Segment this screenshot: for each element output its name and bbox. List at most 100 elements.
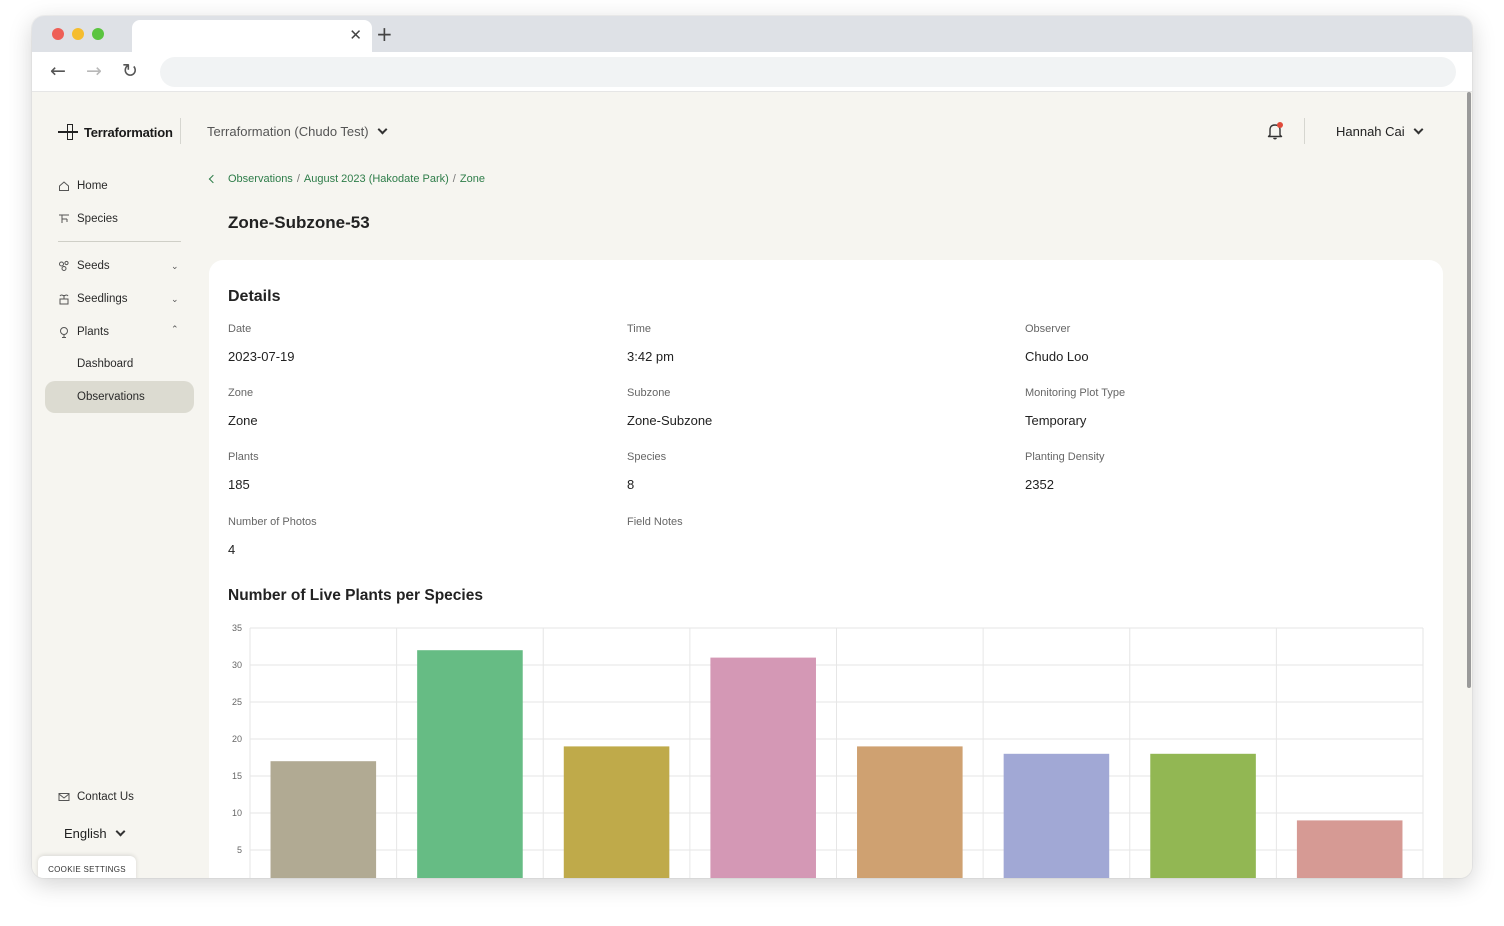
- page-title: Zone-Subzone-53: [228, 213, 370, 232]
- organization-switcher[interactable]: Terraformation (Chudo Test): [207, 124, 388, 139]
- chevron-down-icon: [1413, 124, 1424, 135]
- user-menu[interactable]: Hannah Cai: [1336, 124, 1424, 139]
- y-tick-label: 20: [232, 734, 242, 744]
- app-page: Terraformation Terraformation (Chudo Tes…: [32, 92, 1472, 878]
- field-label: Plants: [228, 451, 259, 463]
- chevron-left-icon[interactable]: [208, 174, 218, 184]
- browser-toolbar: ← → ↻: [32, 52, 1472, 92]
- sidebar-item-contact[interactable]: Contact Us: [58, 788, 134, 806]
- field-label: Species: [627, 451, 667, 463]
- zoom-window-dot[interactable]: [92, 28, 104, 40]
- y-tick-label: 5: [237, 845, 242, 855]
- field-value: 2023-07-19: [228, 349, 295, 364]
- live-plants-bar-chart: 5 10 15 20 25 30 35: [232, 623, 1424, 878]
- brand-logo[interactable]: Terraformation: [58, 118, 173, 146]
- address-bar[interactable]: [160, 57, 1456, 87]
- details-title: Details: [228, 288, 281, 305]
- home-icon: [59, 181, 69, 191]
- field-value: 3:42 pm: [627, 349, 674, 364]
- field-label: Observer: [1025, 323, 1071, 335]
- close-tab-icon[interactable]: ✕: [349, 26, 362, 44]
- chart-title: Number of Live Plants per Species: [228, 587, 483, 604]
- mail-icon: [58, 793, 70, 801]
- field-value: 4: [228, 542, 236, 557]
- breadcrumb-separator: /: [452, 173, 456, 185]
- brand-name: Terraformation: [84, 124, 173, 140]
- breadcrumb: Observations / August 2023 (Hakodate Par…: [208, 173, 485, 185]
- forward-icon[interactable]: →: [86, 60, 102, 82]
- chevron-down-icon[interactable]: ⌄: [171, 294, 179, 305]
- cookie-settings-button[interactable]: COOKIE SETTINGS: [38, 856, 136, 878]
- sidebar-item-label: Seeds: [77, 260, 110, 272]
- field-value: Chudo Loo: [1025, 349, 1089, 364]
- field-value: Zone-Subzone: [627, 413, 713, 428]
- sidebar-item-dashboard[interactable]: Dashboard: [77, 358, 133, 370]
- chart-bar: [1150, 753, 1256, 878]
- field-label: Field Notes: [627, 516, 683, 528]
- chevron-down-icon: [115, 826, 126, 837]
- user-name: Hannah Cai: [1336, 124, 1405, 139]
- sidebar-item-label: Species: [77, 213, 118, 225]
- details-card: Details Date 2023-07-19 Time 3:42 pm Obs…: [209, 260, 1443, 878]
- header-divider-user: [1304, 118, 1305, 144]
- y-tick-label: 10: [232, 808, 242, 818]
- field-label: Planting Density: [1025, 451, 1105, 463]
- sidebar-item-seeds[interactable]: Seeds: [58, 257, 110, 275]
- back-icon[interactable]: ←: [50, 60, 66, 82]
- field-label: Monitoring Plot Type: [1025, 387, 1126, 399]
- species-icon: [59, 214, 69, 223]
- chart-bar: [1296, 820, 1403, 878]
- field-value: 8: [627, 477, 635, 492]
- field-value: Zone: [228, 413, 258, 428]
- breadcrumb-link-observation[interactable]: August 2023 (Hakodate Park): [304, 173, 449, 185]
- y-tick-label: 25: [232, 697, 242, 707]
- sidebar-item-home[interactable]: Home: [58, 177, 108, 195]
- chart-bar: [1003, 753, 1110, 878]
- seedlings-icon: [59, 294, 69, 305]
- language-selector[interactable]: English: [64, 826, 126, 841]
- y-tick-label: 30: [232, 660, 242, 670]
- minimize-window-dot[interactable]: [72, 28, 84, 40]
- chart-bar: [563, 746, 670, 878]
- chart-bar: [270, 761, 377, 878]
- chevron-down-icon[interactable]: ⌄: [171, 261, 179, 272]
- chevron-up-icon[interactable]: ⌃: [171, 324, 179, 335]
- organization-name: Terraformation (Chudo Test): [207, 124, 369, 139]
- notification-badge: [1277, 122, 1283, 128]
- y-tick-label: 15: [232, 771, 242, 781]
- sidebar-item-plants[interactable]: Plants: [58, 323, 109, 341]
- breadcrumb-link-observations[interactable]: Observations: [228, 173, 293, 185]
- sidebar-item-species[interactable]: Species: [58, 210, 118, 228]
- new-tab-icon[interactable]: +: [376, 22, 393, 46]
- field-value: Temporary: [1025, 413, 1087, 428]
- browser-tab-bar: ✕ +: [32, 16, 1472, 52]
- sidebar-item-label: Contact Us: [77, 791, 134, 803]
- language-label: English: [64, 826, 107, 841]
- sidebar-divider: [58, 241, 181, 242]
- sidebar-item-seedlings[interactable]: Seedlings: [58, 290, 128, 308]
- field-value: 185: [228, 477, 250, 492]
- field-label: Number of Photos: [228, 516, 317, 528]
- sidebar-item-label: Seedlings: [77, 293, 128, 305]
- breadcrumb-link-zone[interactable]: Zone: [460, 173, 485, 185]
- sidebar-item-label: Plants: [77, 326, 109, 338]
- seeds-icon: [59, 260, 69, 271]
- y-tick-label: 35: [232, 623, 242, 633]
- page-scrollbar[interactable]: [1467, 92, 1471, 688]
- header-divider: [180, 118, 181, 144]
- field-label: Zone: [228, 387, 254, 399]
- browser-tab[interactable]: ✕: [132, 20, 372, 52]
- field-label: Date: [228, 323, 252, 335]
- chevron-down-icon: [377, 124, 388, 135]
- chart-bar: [417, 650, 523, 878]
- plants-icon: [60, 327, 68, 338]
- field-label: Subzone: [627, 387, 671, 399]
- field-label: Time: [627, 323, 652, 335]
- breadcrumb-separator: /: [296, 173, 300, 185]
- reload-icon[interactable]: ↻: [122, 60, 138, 82]
- sidebar-item-observations[interactable]: Observations: [77, 391, 145, 403]
- browser-window: ✕ + ← → ↻ Terraformation Terraformation …: [32, 16, 1472, 878]
- close-window-dot[interactable]: [52, 28, 64, 40]
- terraformation-logo-icon: [58, 122, 78, 142]
- sidebar-item-label: Home: [77, 180, 108, 192]
